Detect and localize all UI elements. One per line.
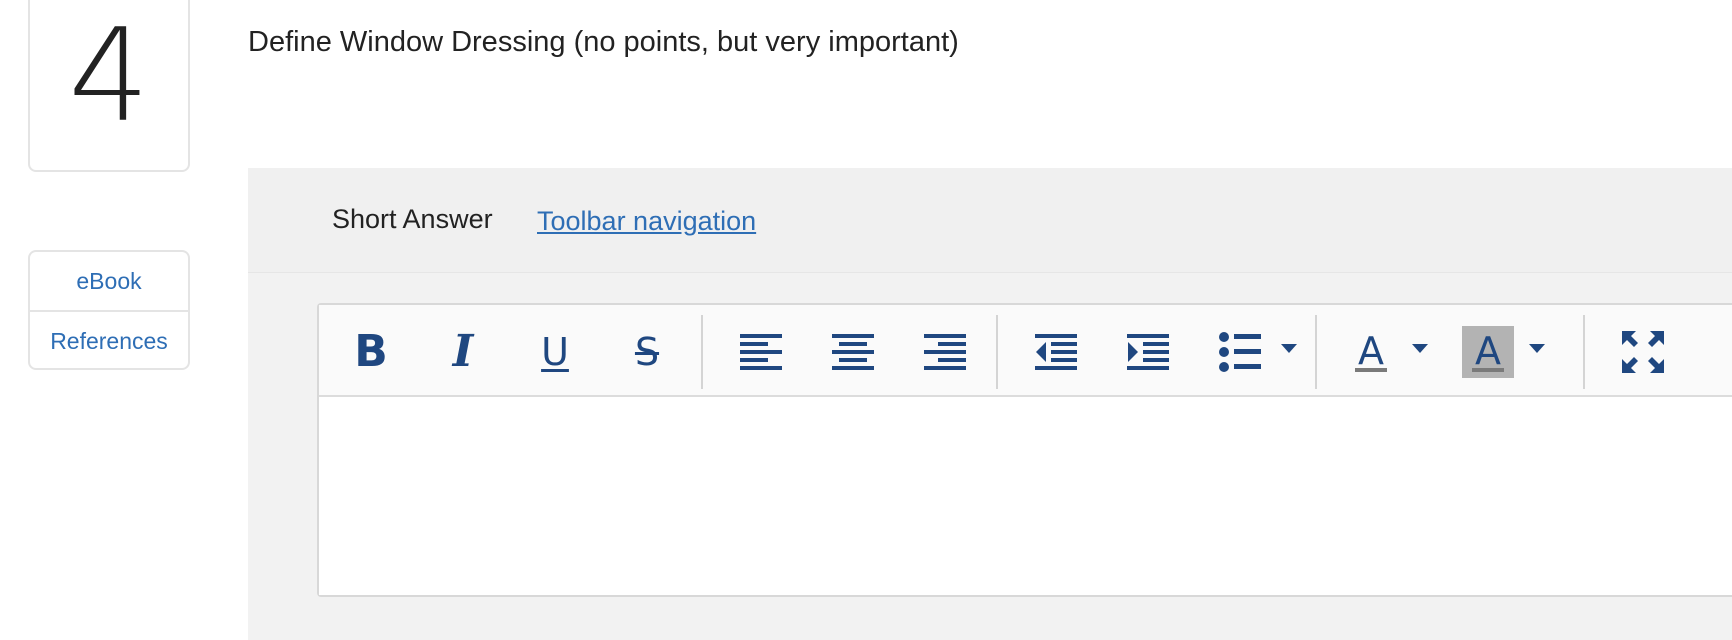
rich-text-editor: B I U S A A xyxy=(317,303,1732,597)
toolbar-separator xyxy=(1315,315,1317,389)
toolbar-navigation-link[interactable]: Toolbar navigation xyxy=(537,206,756,237)
resource-links: eBook References xyxy=(28,250,190,370)
list-style-dropdown[interactable] xyxy=(1277,337,1301,361)
chevron-down-icon xyxy=(1412,344,1428,353)
fullscreen-icon xyxy=(1622,331,1664,373)
answer-text-area[interactable] xyxy=(319,397,1732,595)
editor-toolbar: B I U S A A xyxy=(319,305,1732,397)
question-page: 4 eBook References Define Window Dressin… xyxy=(0,0,1732,640)
text-color-swatch xyxy=(1355,368,1387,372)
toolbar-separator xyxy=(996,315,998,389)
underline-icon: U xyxy=(541,330,569,374)
bullet-list-button[interactable] xyxy=(1214,326,1266,378)
answer-type-label: Short Answer xyxy=(332,204,493,234)
align-left-icon xyxy=(740,334,782,370)
toolbar-separator xyxy=(701,315,703,389)
indent-button[interactable] xyxy=(1122,326,1174,378)
align-right-icon xyxy=(924,334,966,370)
chevron-down-icon xyxy=(1281,344,1297,353)
indent-icon xyxy=(1127,334,1169,370)
italic-button[interactable]: I xyxy=(437,326,489,378)
ebook-link[interactable]: eBook xyxy=(30,252,188,310)
question-text: Define Window Dressing (no points, but v… xyxy=(248,26,959,58)
bullet-list-icon xyxy=(1219,332,1261,372)
toolbar-separator xyxy=(1583,315,1585,389)
fullscreen-button[interactable] xyxy=(1617,326,1669,378)
question-number: 4 xyxy=(68,2,150,151)
background-color-icon: A xyxy=(1472,332,1504,372)
underline-button[interactable]: U xyxy=(529,326,581,378)
text-color-button[interactable]: A xyxy=(1345,326,1397,378)
bold-icon: B xyxy=(354,326,388,377)
strikethrough-button[interactable]: S xyxy=(621,326,673,378)
bold-button[interactable]: B xyxy=(345,326,397,378)
align-right-button[interactable] xyxy=(919,326,971,378)
answer-header: Short Answer Toolbar navigation xyxy=(248,168,1732,273)
align-left-button[interactable] xyxy=(735,326,787,378)
outdent-button[interactable] xyxy=(1030,326,1082,378)
background-color-glyph: A xyxy=(1475,329,1501,373)
text-color-icon: A xyxy=(1355,332,1387,372)
align-center-icon xyxy=(832,334,874,370)
background-color-dropdown[interactable] xyxy=(1525,337,1549,361)
strikethrough-icon: S xyxy=(634,330,660,374)
outdent-icon xyxy=(1035,334,1077,370)
align-center-button[interactable] xyxy=(827,326,879,378)
italic-icon: I xyxy=(452,326,474,377)
text-color-glyph: A xyxy=(1358,329,1384,373)
background-color-swatch xyxy=(1472,368,1504,372)
chevron-down-icon xyxy=(1529,344,1545,353)
references-link[interactable]: References xyxy=(30,312,188,370)
text-color-dropdown[interactable] xyxy=(1408,337,1432,361)
background-color-button[interactable]: A xyxy=(1462,326,1514,378)
question-number-card: 4 xyxy=(28,0,190,172)
